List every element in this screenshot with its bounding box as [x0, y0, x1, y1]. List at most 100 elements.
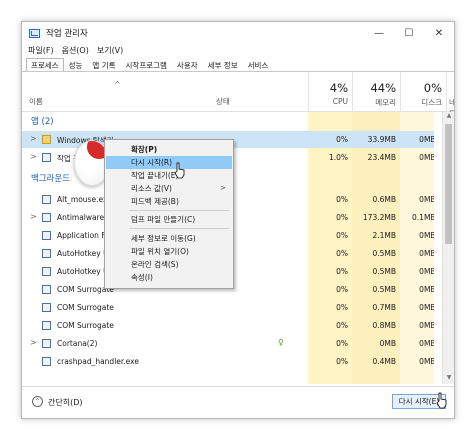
column-status[interactable]: 상태 — [216, 96, 230, 107]
process-memory: 0.6MB — [372, 195, 396, 204]
footer-bar: ^ 간단히(D) 다시 시작(E) — [22, 386, 454, 418]
tab-details[interactable]: 세부 정보 — [203, 58, 243, 72]
app-icon — [42, 303, 51, 312]
process-memory: 0.5MB — [372, 285, 396, 294]
app-icon — [42, 267, 51, 276]
hand-cursor-icon — [436, 392, 447, 409]
chevron-right-icon: > — [220, 184, 226, 192]
process-disk: 0MB/s — [419, 357, 434, 366]
process-disk: 0MB/s — [419, 339, 434, 348]
process-disk: 0MB/s — [419, 303, 434, 312]
process-name: COM Surrogate — [57, 321, 114, 330]
menu-separator — [129, 210, 229, 211]
chevron-right-icon[interactable]: > — [30, 338, 37, 347]
process-cpu: 0% — [336, 213, 348, 222]
context-menu: 확장(P) 다시 시작(R) 작업 끝내기(E) 리소스 값(V) > 피드백 … — [104, 139, 234, 289]
close-button[interactable]: ✕ — [424, 22, 454, 44]
process-cpu: 0% — [336, 231, 348, 240]
menu-item-resource-values-label: 리소스 값(V) — [131, 184, 172, 193]
app-icon — [42, 357, 51, 366]
process-cpu: 0% — [336, 357, 348, 366]
app-icon — [42, 213, 51, 222]
chevron-right-icon[interactable]: > — [30, 134, 37, 143]
fewer-details-link[interactable]: 간단히(D) — [48, 397, 82, 408]
process-disk: 0MB/s — [419, 285, 434, 294]
menu-options[interactable]: 옵션(O) — [62, 45, 89, 56]
column-network[interactable]: 0 네트 — [446, 72, 454, 118]
title-bar[interactable]: 작업 관리자 — ☐ ✕ — [22, 22, 454, 44]
process-row[interactable]: COM Surrogate 0% 0.8MB 0MB/s — [22, 317, 434, 334]
tab-strip: 프로세스 성능 앱 기록 시작프로그램 사용자 세부 정보 서비스 — [26, 58, 273, 72]
tab-app-history[interactable]: 앱 기록 — [87, 58, 120, 72]
process-memory: 0.5MB — [372, 267, 396, 276]
cpu-percent: 4% — [329, 81, 348, 95]
disk-label: 디스크 — [421, 98, 442, 107]
hand-cursor-icon — [174, 162, 185, 179]
menu-item-feedback[interactable]: 피드백 제공(B) — [106, 195, 232, 208]
scroll-up-icon[interactable]: ▲ — [443, 112, 454, 122]
process-disk: 0MB/s — [419, 231, 434, 240]
menu-item-end-task[interactable]: 작업 끝내기(E) — [106, 169, 232, 182]
process-cpu: 0% — [336, 339, 348, 348]
tab-startup[interactable]: 시작프로그램 — [121, 58, 172, 72]
process-cpu: 0% — [336, 249, 348, 258]
menu-item-go-to-details[interactable]: 세부 정보로 이동(G) — [106, 232, 232, 245]
chevron-right-icon[interactable]: > — [30, 152, 37, 161]
maximize-button[interactable]: ☐ — [394, 22, 424, 44]
menu-item-properties[interactable]: 속성(I) — [106, 271, 232, 284]
process-cpu: 0% — [336, 303, 348, 312]
process-row[interactable]: crashpad_handler.exe 0% 0.4MB 0MB/s — [22, 353, 434, 370]
disk-percent: 0% — [423, 81, 442, 95]
tab-users[interactable]: 사용자 — [172, 58, 203, 72]
app-icon — [42, 339, 51, 348]
process-disk: 0.1MB/s — [412, 213, 434, 222]
tab-processes[interactable]: 프로세스 — [26, 58, 64, 72]
memory-percent: 44% — [370, 81, 396, 95]
scroll-thumb[interactable] — [445, 124, 452, 244]
column-disk[interactable]: 0% 디스크 — [400, 72, 446, 112]
process-cpu: 0% — [336, 285, 348, 294]
column-cpu[interactable]: 4% CPU — [308, 72, 352, 112]
process-disk: 0MB/s — [419, 267, 434, 276]
chevron-up-icon[interactable]: ^ — [32, 396, 43, 407]
task-manager-icon — [29, 28, 40, 38]
process-disk: 0MB/s — [419, 249, 434, 258]
menu-file[interactable]: 파일(F) — [28, 45, 54, 56]
process-cpu: 1.0% — [328, 153, 348, 162]
menu-view[interactable]: 보기(V) — [97, 45, 123, 56]
sort-caret-icon: ^ — [114, 80, 121, 89]
window-title: 작업 관리자 — [46, 29, 88, 39]
menu-item-open-file-location[interactable]: 파일 위치 열기(O) — [106, 245, 232, 258]
folder-icon — [42, 135, 51, 144]
process-row[interactable]: COM Surrogate 0% 0.7MB 0MB/s — [22, 299, 434, 316]
menu-item-resource-values[interactable]: 리소스 값(V) > — [106, 182, 232, 195]
menu-separator — [129, 228, 229, 229]
menu-item-create-dump[interactable]: 덤프 파일 만들기(C) — [106, 213, 232, 226]
menu-item-search-online[interactable]: 온라인 검색(S) — [106, 258, 232, 271]
column-header: ^ 이름 상태 4% CPU 44% 메모리 0% 디스크 0 네트 — [22, 72, 454, 118]
process-disk: 0MB/s — [419, 321, 434, 330]
vertical-scrollbar[interactable]: ▲ ▼ — [442, 112, 454, 384]
minimize-button[interactable]: — — [364, 22, 394, 44]
tab-services[interactable]: 서비스 — [243, 58, 274, 72]
process-memory: 23.4MB — [367, 153, 396, 162]
menu-item-restart[interactable]: 다시 시작(R) — [106, 156, 232, 169]
tab-performance[interactable]: 성능 — [64, 58, 88, 72]
process-memory: 0.7MB — [372, 303, 396, 312]
process-row[interactable]: > Cortana(2) ♀ 0% 0MB 0MB/s — [22, 335, 434, 352]
process-disk: 0MB/s — [419, 153, 434, 162]
process-memory: 0MB — [379, 339, 396, 348]
chevron-right-icon[interactable]: > — [30, 212, 37, 221]
process-cpu: 0% — [336, 321, 348, 330]
column-name[interactable]: 이름 — [29, 96, 43, 107]
process-name: Cortana(2) — [57, 339, 98, 348]
process-disk: 0MB/s — [419, 135, 434, 144]
menu-item-expand[interactable]: 확장(P) — [106, 143, 232, 156]
process-memory: 33.9MB — [367, 135, 396, 144]
process-memory: 0.4MB — [372, 357, 396, 366]
column-memory[interactable]: 44% 메모리 — [352, 72, 400, 112]
process-memory: 173.2MB — [362, 213, 396, 222]
app-icon — [42, 231, 51, 240]
scroll-down-icon[interactable]: ▼ — [443, 374, 454, 384]
group-apps: 앱 (2) — [31, 117, 54, 127]
